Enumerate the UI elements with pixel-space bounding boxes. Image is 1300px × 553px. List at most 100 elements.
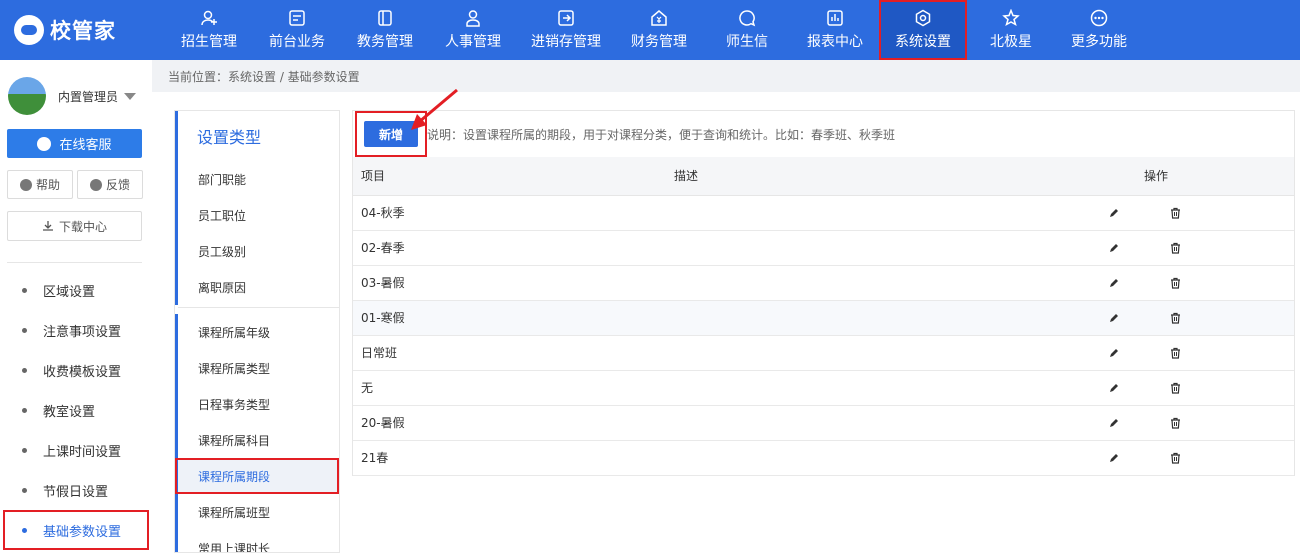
type-item-course-period[interactable]: 课程所属期段 [175, 458, 339, 494]
cell-item: 03-暑假 [361, 276, 405, 290]
top-nav-bar: 校管家 招生管理 前台业务 教务管理 人事管理 进销存管理 财务管理 师生信 报… [0, 0, 1300, 60]
menu-label: 区域设置 [43, 284, 96, 300]
cell-item: 20-暑假 [361, 416, 405, 430]
type-item[interactable]: 员工级别 [175, 233, 339, 269]
description-note: 说明：设置课程所属的期段，用于对课程分类，便于查询和统计。比如：春季班、秋季班 [427, 127, 896, 142]
help-feedback-group: 帮助 反馈 [7, 170, 143, 199]
menu-item-fee-templates[interactable]: 收费模板设置 [0, 350, 152, 390]
nav-item-inventory[interactable]: 进销存管理 [517, 0, 615, 60]
type-item[interactable]: 部门职能 [175, 161, 339, 197]
bullet-icon [22, 527, 27, 533]
menu-label: 上课时间设置 [43, 444, 122, 460]
cell-ops [1110, 440, 1294, 475]
help-label: 帮助 [35, 178, 60, 192]
type-item[interactable]: 课程所属班型 [175, 494, 339, 530]
nav-item-academic[interactable]: 教务管理 [341, 0, 429, 60]
person-add-icon [201, 10, 217, 26]
delete-icon[interactable] [1170, 277, 1181, 289]
table-row: 01-寒假 [353, 300, 1294, 335]
bullet-icon [22, 407, 27, 413]
cell-ops [1110, 405, 1294, 440]
cell-ops [1110, 230, 1294, 265]
menu-item-holidays[interactable]: 节假日设置 [0, 470, 152, 510]
menu-item-notices[interactable]: 注意事项设置 [0, 310, 152, 350]
bullet-icon [22, 327, 27, 333]
cell-item: 日常班 [361, 346, 398, 360]
table-toolbar: 新增 说明：设置课程所属的期段，用于对课程分类，便于查询和统计。比如：春季班、秋… [353, 111, 1294, 157]
type-item[interactable]: 课程所属类型 [175, 350, 339, 386]
edit-icon[interactable] [1108, 347, 1120, 359]
cell-ops [1110, 195, 1294, 230]
add-button-highlight: 新增 [355, 111, 427, 157]
online-service-button[interactable]: 在线客服 [7, 129, 142, 158]
download-center-button[interactable]: 下载中心 [7, 211, 142, 241]
menu-item-classrooms[interactable]: 教室设置 [0, 390, 152, 430]
type-item[interactable]: 离职原因 [175, 269, 339, 305]
edit-icon[interactable] [1108, 382, 1120, 394]
nav-label: 财务管理 [631, 34, 687, 50]
column-header-desc: 描述 [666, 157, 1136, 196]
inventory-icon [558, 10, 574, 26]
edit-icon[interactable] [1108, 207, 1120, 219]
edit-icon[interactable] [1108, 417, 1120, 429]
type-item[interactable]: 课程所属年级 [175, 314, 339, 350]
cell-desc [666, 300, 1136, 335]
nav-label: 招生管理 [181, 34, 237, 50]
chat-bubble-icon [37, 136, 52, 151]
nav-label: 教务管理 [357, 34, 413, 50]
type-item[interactable]: 常用上课时长 [175, 530, 339, 552]
delete-icon[interactable] [1170, 347, 1181, 359]
help-button[interactable]: 帮助 [7, 170, 73, 199]
main-nav: 招生管理 前台业务 教务管理 人事管理 进销存管理 财务管理 师生信 报表中心 [165, 0, 1143, 60]
type-item[interactable]: 日程事务类型 [175, 386, 339, 422]
edit-icon[interactable] [1108, 312, 1120, 324]
table-header-row: 项目 描述 操作 [353, 157, 1294, 196]
nav-item-polaris[interactable]: 北极星 [967, 0, 1055, 60]
column-header-ops: 操作 [1136, 157, 1294, 196]
delete-icon[interactable] [1170, 382, 1181, 394]
edit-icon[interactable] [1108, 242, 1120, 254]
nav-item-system-settings[interactable]: 系统设置 [879, 0, 967, 60]
cell-ops [1110, 300, 1294, 335]
menu-label: 基础参数设置 [43, 524, 122, 540]
edit-icon[interactable] [1108, 452, 1120, 464]
delete-icon[interactable] [1170, 207, 1181, 219]
menu-label: 教室设置 [43, 404, 96, 420]
nav-item-hr[interactable]: 人事管理 [429, 0, 517, 60]
table-row: 03-暑假 [353, 265, 1294, 300]
nav-label: 进销存管理 [531, 34, 601, 50]
type-item[interactable]: 员工职位 [175, 197, 339, 233]
cell-desc [666, 195, 1136, 230]
menu-item-basic-params[interactable]: 基础参数设置 [3, 510, 149, 550]
download-icon [42, 221, 53, 231]
nav-item-messages[interactable]: 师生信 [703, 0, 791, 60]
nav-item-finance[interactable]: 财务管理 [615, 0, 703, 60]
table-row: 21春 [353, 440, 1294, 475]
nav-item-more[interactable]: 更多功能 [1055, 0, 1143, 60]
brand-logo[interactable]: 校管家 [14, 12, 124, 48]
edit-icon[interactable] [1108, 277, 1120, 289]
delete-icon[interactable] [1170, 312, 1181, 324]
finance-icon [651, 10, 667, 26]
user-menu[interactable]: 内置管理员 [8, 76, 137, 116]
bullet-icon [22, 287, 27, 293]
delete-icon[interactable] [1170, 417, 1181, 429]
nav-item-reports[interactable]: 报表中心 [791, 0, 879, 60]
screen-icon [289, 10, 305, 26]
delete-icon[interactable] [1170, 452, 1181, 464]
divider [7, 262, 142, 263]
add-button[interactable]: 新增 [364, 121, 418, 147]
nav-label: 人事管理 [445, 34, 501, 50]
cell-item: 04-秋季 [361, 206, 405, 220]
nav-label: 前台业务 [269, 34, 325, 50]
menu-item-class-times[interactable]: 上课时间设置 [0, 430, 152, 470]
menu-item-region[interactable]: 区域设置 [0, 270, 152, 310]
cell-item: 21春 [361, 451, 389, 465]
nav-item-enrollment[interactable]: 招生管理 [165, 0, 253, 60]
type-item[interactable]: 课程所属科目 [175, 422, 339, 458]
delete-icon[interactable] [1170, 242, 1181, 254]
feedback-button[interactable]: 反馈 [77, 170, 143, 199]
chat-icon [739, 10, 756, 27]
nav-item-frontdesk[interactable]: 前台业务 [253, 0, 341, 60]
nav-label: 师生信 [726, 34, 768, 50]
